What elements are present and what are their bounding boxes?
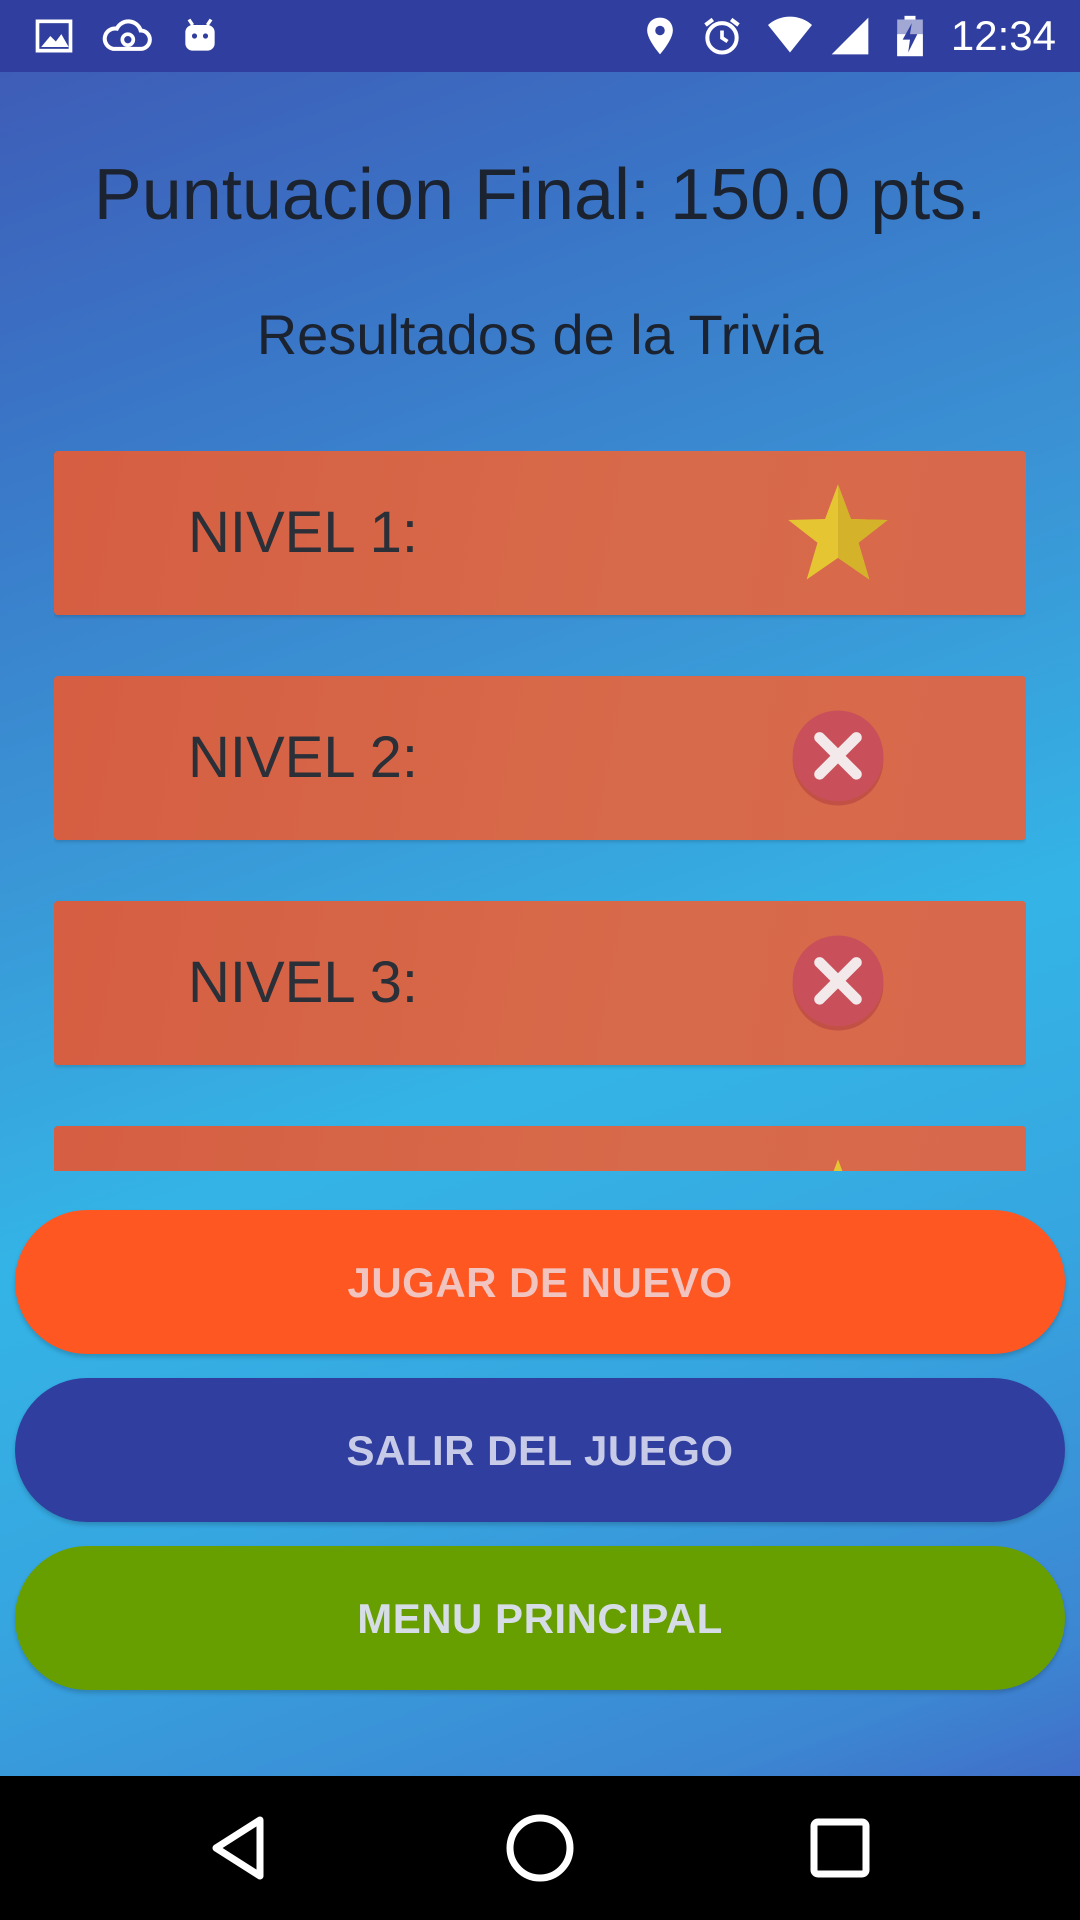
wrong-x-icon	[792, 935, 884, 1031]
status-time: 12:34	[950, 12, 1056, 59]
location-icon	[647, 17, 673, 55]
exit-game-button[interactable]: SALIR DEL JUEGO	[15, 1378, 1065, 1522]
results-subtitle: Resultados de la Trivia	[256, 303, 824, 366]
wrong-x-icon	[792, 710, 884, 806]
main-menu-button[interactable]: MENU PRINCIPAL	[15, 1546, 1065, 1690]
level-row: NIVEL 2:	[54, 676, 1026, 840]
image-icon	[35, 19, 73, 53]
back-icon[interactable]	[200, 1808, 280, 1888]
cloud-sync-icon	[102, 19, 152, 51]
play-again-button[interactable]: JUGAR DE NUEVO	[15, 1210, 1065, 1354]
signal-icon	[831, 17, 869, 55]
level-label: NIVEL 1:	[188, 500, 418, 565]
star-icon	[833, 1159, 843, 1171]
level-label: NIVEL 3:	[188, 950, 418, 1015]
wifi-icon	[768, 16, 812, 53]
trivia-results-screen: 12:34 Puntuacion Final: 150.0 pts. Resul…	[0, 0, 1080, 1920]
status-bar: 12:34	[0, 0, 1080, 72]
final-score-title: Puntuacion Final: 150.0 pts.	[93, 155, 987, 235]
level-row	[54, 1126, 1026, 1171]
navigation-bar	[0, 1776, 1080, 1920]
android-icon	[185, 18, 215, 51]
level-row: NIVEL 1:	[54, 451, 1026, 615]
alarm-icon	[704, 17, 740, 55]
battery-charging-icon	[897, 15, 923, 57]
level-results-list[interactable]: NIVEL 1: NIVEL 2: NIVEL 3:	[54, 451, 1026, 1171]
level-label: NIVEL 2:	[188, 725, 418, 790]
star-icon	[788, 484, 888, 580]
recents-icon[interactable]	[800, 1808, 880, 1888]
level-row: NIVEL 3:	[54, 901, 1026, 1065]
home-icon[interactable]	[500, 1808, 580, 1888]
